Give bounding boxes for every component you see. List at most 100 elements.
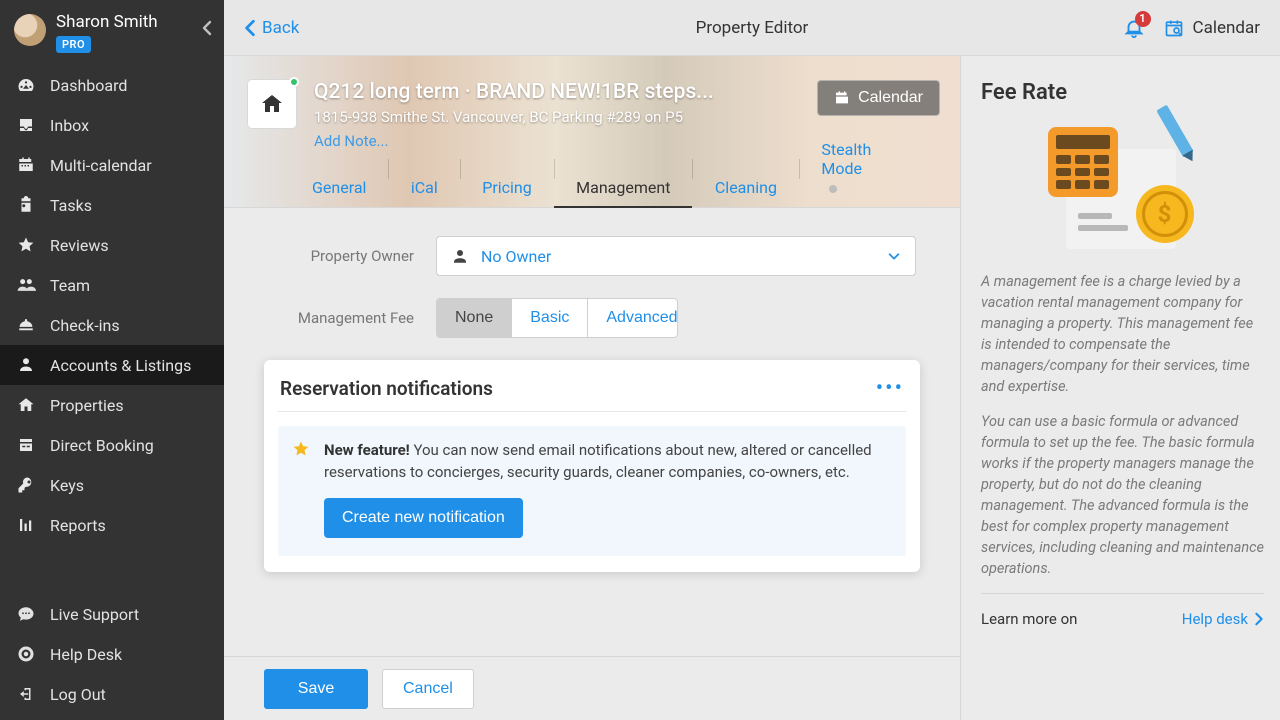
gauge-icon — [16, 76, 36, 94]
property-calendar-button[interactable]: Calendar — [817, 80, 940, 116]
sidebar-item-properties[interactable]: Properties — [0, 385, 224, 425]
notification-badge: 1 — [1135, 11, 1151, 27]
sidebar-item-reviews[interactable]: Reviews — [0, 225, 224, 265]
sidebar-item-label: Dashboard — [50, 76, 127, 95]
tab-stealth-mode[interactable]: Stealth Mode — [799, 130, 894, 207]
sidebar-item-label: Help Desk — [50, 645, 122, 664]
status-dot-icon — [289, 77, 299, 87]
info-panel: Fee Rate $ A management fee is a charge … — [960, 56, 1280, 720]
sidebar-item-log-out[interactable]: Log Out — [0, 674, 224, 714]
tasks-icon — [16, 196, 36, 214]
sidebar-item-label: Keys — [50, 476, 84, 495]
sidebar-item-label: Multi-calendar — [50, 156, 152, 175]
nav-primary: Dashboard Inbox Multi-calendar Tasks Rev… — [0, 65, 224, 545]
notifications-button[interactable]: 1 — [1123, 17, 1145, 39]
property-calendar-label: Calendar — [858, 89, 923, 107]
calendar-icon — [834, 90, 850, 106]
logout-icon — [16, 685, 36, 703]
avatar — [14, 14, 46, 46]
management-form: Property Owner No Owner Management Fee N… — [224, 208, 960, 672]
sidebar-item-keys[interactable]: Keys — [0, 465, 224, 505]
back-label: Back — [262, 18, 299, 38]
chevron-down-icon — [887, 249, 901, 263]
sidebar-item-label: Team — [50, 276, 90, 295]
fee-option-none[interactable]: None — [437, 299, 512, 337]
sidebar-item-team[interactable]: Team — [0, 265, 224, 305]
tab-cleaning[interactable]: Cleaning — [693, 168, 799, 207]
owner-label: Property Owner — [264, 247, 436, 265]
back-button[interactable]: Back — [244, 18, 299, 38]
fee-option-basic[interactable]: Basic — [512, 299, 588, 337]
sidebar-item-label: Check-ins — [50, 316, 120, 335]
lifebuoy-icon — [16, 645, 36, 663]
save-button[interactable]: Save — [264, 669, 368, 709]
profile-name: Sharon Smith — [56, 12, 158, 32]
fee-label: Management Fee — [264, 309, 436, 327]
key-icon — [16, 476, 36, 494]
accounts-icon — [16, 356, 36, 374]
card-title: Reservation notifications — [280, 377, 493, 400]
person-icon — [451, 247, 469, 265]
chevron-right-icon — [1254, 612, 1264, 626]
sidebar-item-label: Live Support — [50, 605, 139, 624]
sidebar-item-label: Reviews — [50, 236, 109, 255]
property-tabs: General iCal Pricing Management Cleaning… — [224, 130, 960, 207]
help-desk-link[interactable]: Help desk — [1182, 610, 1264, 628]
info-paragraph-2: You can use a basic formula or advanced … — [981, 411, 1264, 579]
sidebar: Sharon Smith PRO Dashboard Inbox Multi-c… — [0, 0, 224, 720]
create-notification-button[interactable]: Create new notification — [324, 498, 523, 538]
page-title: Property Editor — [696, 18, 809, 38]
form-footer: Save Cancel — [224, 656, 960, 720]
sidebar-item-tasks[interactable]: Tasks — [0, 185, 224, 225]
sidebar-item-label: Inbox — [50, 116, 89, 135]
sidebar-item-direct-booking[interactable]: Direct Booking — [0, 425, 224, 465]
inbox-icon — [16, 116, 36, 134]
pro-badge: PRO — [56, 36, 91, 53]
fee-segmented-control: None Basic Advanced — [436, 298, 678, 338]
sidebar-item-label: Reports — [50, 516, 106, 535]
owner-select[interactable]: No Owner — [436, 236, 916, 276]
tab-management[interactable]: Management — [554, 168, 692, 207]
sidebar-item-dashboard[interactable]: Dashboard — [0, 65, 224, 105]
star-icon — [292, 440, 310, 458]
tab-general[interactable]: General — [290, 168, 388, 207]
sidebar-item-help-desk[interactable]: Help Desk — [0, 634, 224, 674]
feature-callout: New feature! You can now send email noti… — [278, 426, 906, 556]
owner-selected-value: No Owner — [481, 247, 551, 266]
sidebar-item-reports[interactable]: Reports — [0, 505, 224, 545]
sidebar-item-checkins[interactable]: Check-ins — [0, 305, 224, 345]
sidebar-item-accounts-listings[interactable]: Accounts & Listings — [0, 345, 224, 385]
tab-ical[interactable]: iCal — [389, 168, 460, 207]
info-paragraph-1: A management fee is a charge levied by a… — [981, 271, 1264, 397]
fee-illustration: $ — [1038, 121, 1208, 251]
sidebar-item-inbox[interactable]: Inbox — [0, 105, 224, 145]
topbar-calendar-label: Calendar — [1193, 18, 1260, 38]
calendar-search-icon — [1163, 18, 1185, 38]
topbar: Back Property Editor 1 Calendar — [224, 0, 1280, 56]
booking-icon — [16, 436, 36, 454]
stealth-dot-icon — [829, 185, 837, 193]
sidebar-item-label: Tasks — [50, 196, 92, 215]
sidebar-item-multicalendar[interactable]: Multi-calendar — [0, 145, 224, 185]
chat-icon — [16, 605, 36, 623]
feature-text: New feature! You can now send email noti… — [324, 440, 890, 484]
collapse-sidebar-icon[interactable] — [200, 20, 214, 36]
fee-option-advanced[interactable]: Advanced — [588, 299, 678, 337]
topbar-calendar-link[interactable]: Calendar — [1163, 18, 1260, 38]
cancel-button[interactable]: Cancel — [382, 669, 474, 709]
sidebar-item-live-support[interactable]: Live Support — [0, 594, 224, 634]
info-title: Fee Rate — [981, 80, 1264, 105]
card-menu-button[interactable]: ••• — [876, 376, 904, 401]
profile-block[interactable]: Sharon Smith PRO — [0, 0, 224, 61]
sidebar-item-label: Log Out — [50, 685, 106, 704]
property-icon-box — [248, 80, 296, 128]
house-icon — [260, 92, 284, 116]
bell-service-icon — [16, 316, 36, 334]
property-hero: Q212 long term · BRAND NEW!1BR steps... … — [224, 56, 960, 208]
team-icon — [16, 276, 36, 294]
property-title: Q212 long term · BRAND NEW!1BR steps... — [314, 80, 714, 104]
tab-pricing[interactable]: Pricing — [460, 168, 554, 207]
sidebar-item-label: Direct Booking — [50, 436, 154, 455]
center-column: Q212 long term · BRAND NEW!1BR steps... … — [224, 56, 960, 720]
nav-footer: Live Support Help Desk Log Out — [0, 594, 224, 720]
